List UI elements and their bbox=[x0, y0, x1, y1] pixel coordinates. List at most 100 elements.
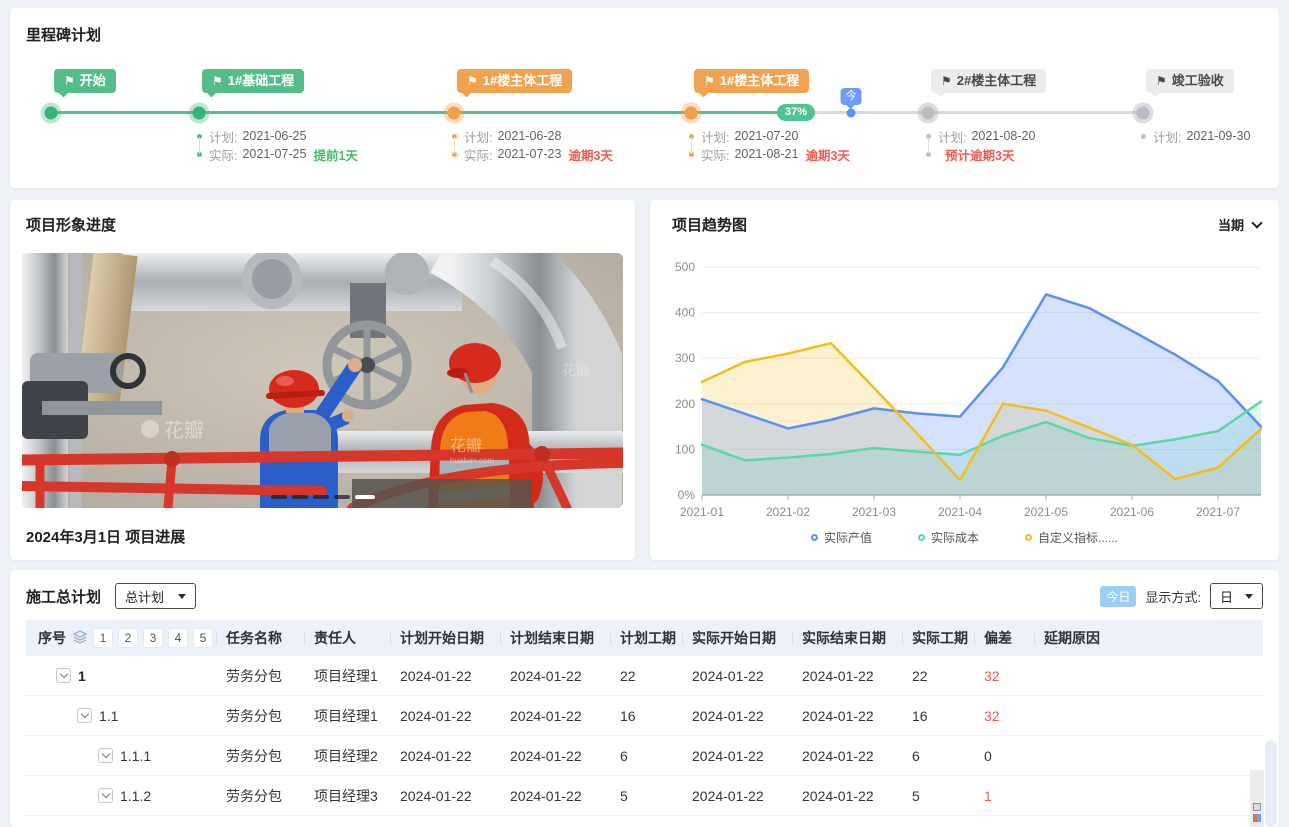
cell-task: 劳务分包 bbox=[216, 746, 304, 766]
carousel-dot[interactable] bbox=[313, 495, 329, 499]
milestone-node bbox=[45, 107, 58, 120]
red-hardhat bbox=[269, 370, 319, 408]
legend-label: 实际成本 bbox=[931, 529, 979, 546]
milestone-detail-row: 计划: 2021-09-30 bbox=[1141, 127, 1250, 145]
milestone-badge: ⚑竣工验收 bbox=[1146, 69, 1234, 93]
carousel-dot[interactable] bbox=[334, 495, 350, 499]
plan-type-value: 总计划 bbox=[125, 587, 164, 606]
table-side-handle[interactable] bbox=[1250, 770, 1264, 827]
cell-id: 1.1 bbox=[26, 708, 216, 724]
detail-label: 计划: bbox=[209, 127, 237, 146]
table-row: 1.1.2劳务分包项目经理32024-01-222024-01-2252024-… bbox=[26, 776, 1263, 816]
cell-plan-start: 2024-01-22 bbox=[390, 788, 500, 804]
photo-caption: 2024年3月1日 项目进展 bbox=[26, 526, 185, 547]
display-mode-label: 显示方式: bbox=[1145, 587, 1201, 606]
cell-task: 劳务分包 bbox=[216, 706, 304, 726]
cell-actual-days: 6 bbox=[902, 748, 974, 764]
detail-value: 2021-06-28 bbox=[497, 129, 561, 143]
detail-value: 2021-09-30 bbox=[1186, 129, 1250, 143]
level-chip[interactable]: 2 bbox=[119, 629, 137, 647]
badge-tail bbox=[207, 88, 217, 98]
cell-task: 劳务分包 bbox=[216, 666, 304, 686]
legend-item[interactable]: 实际产值 bbox=[811, 529, 872, 546]
layers-icon[interactable] bbox=[73, 630, 87, 647]
level-chip[interactable]: 5 bbox=[194, 629, 212, 647]
column-header: 计划工期 bbox=[610, 628, 682, 648]
detail-label: 计划: bbox=[938, 127, 966, 146]
column-header-label: 计划开始日期 bbox=[400, 628, 484, 648]
milestone-badge: ⚑1#基础工程 bbox=[202, 69, 304, 93]
milestone-detail-row: 实际:2021-08-21逾期3天 bbox=[689, 145, 850, 163]
x-axis-label: 2021-06 bbox=[1110, 505, 1154, 519]
milestone-label: 1#楼主体工程 bbox=[720, 73, 799, 88]
expander-icon[interactable] bbox=[56, 668, 71, 683]
x-axis-label: 2021-07 bbox=[1196, 505, 1240, 519]
badge-tail bbox=[1151, 88, 1161, 98]
column-header-label: 计划结束日期 bbox=[510, 628, 594, 648]
column-header: 计划结束日期 bbox=[500, 628, 610, 648]
display-mode-select[interactable]: 日 bbox=[1210, 583, 1263, 609]
chevron-down-icon bbox=[178, 594, 186, 599]
cell-plan-days: 6 bbox=[610, 748, 682, 764]
legend-item[interactable]: 实际成本 bbox=[918, 529, 979, 546]
period-dropdown[interactable]: 当期 bbox=[1218, 215, 1261, 234]
detail-connector bbox=[928, 137, 929, 154]
detail-value: 2021-07-23 bbox=[497, 147, 561, 161]
y-axis-label: 200 bbox=[675, 397, 695, 411]
carousel-dot[interactable] bbox=[355, 495, 375, 499]
column-header-label: 责任人 bbox=[314, 628, 356, 648]
level-chip[interactable]: 4 bbox=[169, 629, 187, 647]
cell-actual-days: 16 bbox=[902, 708, 974, 724]
schedule-table-card: 施工总计划 总计划 今日 显示方式: 日 序号12345任务名称责任人计划开始日… bbox=[10, 570, 1279, 827]
expander-icon[interactable] bbox=[98, 748, 113, 763]
y-axis-label: 400 bbox=[675, 306, 695, 320]
milestone-detail-row: 实际:2021-07-25提前1天 bbox=[197, 145, 358, 163]
today-button[interactable]: 今日 bbox=[1100, 586, 1136, 607]
cell-plan-start: 2024-01-22 bbox=[390, 708, 500, 724]
cell-actual-start: 2024-01-22 bbox=[682, 708, 792, 724]
legend-item[interactable]: 自定义指标...... bbox=[1025, 529, 1118, 546]
carousel-dot[interactable] bbox=[271, 495, 287, 499]
column-header: 任务名称 bbox=[216, 628, 304, 648]
photo-card-title: 项目形象进度 bbox=[26, 214, 116, 235]
today-marker: 今 bbox=[841, 88, 862, 105]
flag-icon: ⚑ bbox=[1156, 74, 1167, 88]
milestone-detail-row: 预计逾期3天 bbox=[926, 145, 1035, 163]
expander-icon[interactable] bbox=[98, 788, 113, 803]
construction-photo-illustration: 花瓣 花瓣 huaban.com 花瓣 bbox=[22, 253, 623, 508]
svg-text:花瓣: 花瓣 bbox=[562, 362, 590, 378]
carousel-dot[interactable] bbox=[292, 495, 308, 499]
cell-plan-days: 16 bbox=[610, 708, 682, 724]
column-header: 实际结束日期 bbox=[792, 628, 902, 648]
column-header: 延期原因 bbox=[1034, 628, 1263, 648]
row-id: 1.1.2 bbox=[120, 788, 151, 804]
cell-plan-end: 2024-01-22 bbox=[500, 708, 610, 724]
table-title: 施工总计划 bbox=[26, 586, 101, 607]
detail-label: 计划: bbox=[464, 127, 492, 146]
plan-type-select[interactable]: 总计划 bbox=[115, 583, 196, 609]
detail-label: 计划: bbox=[1153, 127, 1181, 146]
detail-value: 2021-08-21 bbox=[734, 147, 798, 161]
project-photo[interactable]: 花瓣 花瓣 huaban.com 花瓣 bbox=[22, 253, 623, 508]
column-header-label: 偏差 bbox=[984, 628, 1012, 648]
y-axis-label: 100 bbox=[675, 442, 695, 456]
column-header: 实际开始日期 bbox=[682, 628, 792, 648]
expander-icon[interactable] bbox=[77, 708, 92, 723]
level-chip[interactable]: 3 bbox=[144, 629, 162, 647]
cell-id: 1.1.1 bbox=[26, 748, 216, 764]
milestone-details: 计划:2021-08-20预计逾期3天 bbox=[926, 127, 1035, 163]
chart-legend: 实际产值 实际成本 自定义指标...... bbox=[662, 529, 1267, 546]
column-header: 实际工期 bbox=[902, 628, 974, 648]
chevron-down-icon bbox=[101, 790, 109, 798]
cell-plan-end: 2024-01-22 bbox=[500, 748, 610, 764]
badge-tail bbox=[59, 88, 69, 98]
cell-task: 劳务分包 bbox=[216, 786, 304, 806]
milestone-node bbox=[1137, 107, 1150, 120]
table-scrollbar[interactable] bbox=[1265, 740, 1277, 827]
detail-status: 逾期3天 bbox=[568, 145, 612, 164]
cell-actual-start: 2024-01-22 bbox=[682, 788, 792, 804]
x-axis-label: 2021-03 bbox=[852, 505, 896, 519]
cell-plan-days: 22 bbox=[610, 668, 682, 684]
level-chip[interactable]: 1 bbox=[94, 629, 112, 647]
cell-deviation: 32 bbox=[974, 708, 1034, 724]
